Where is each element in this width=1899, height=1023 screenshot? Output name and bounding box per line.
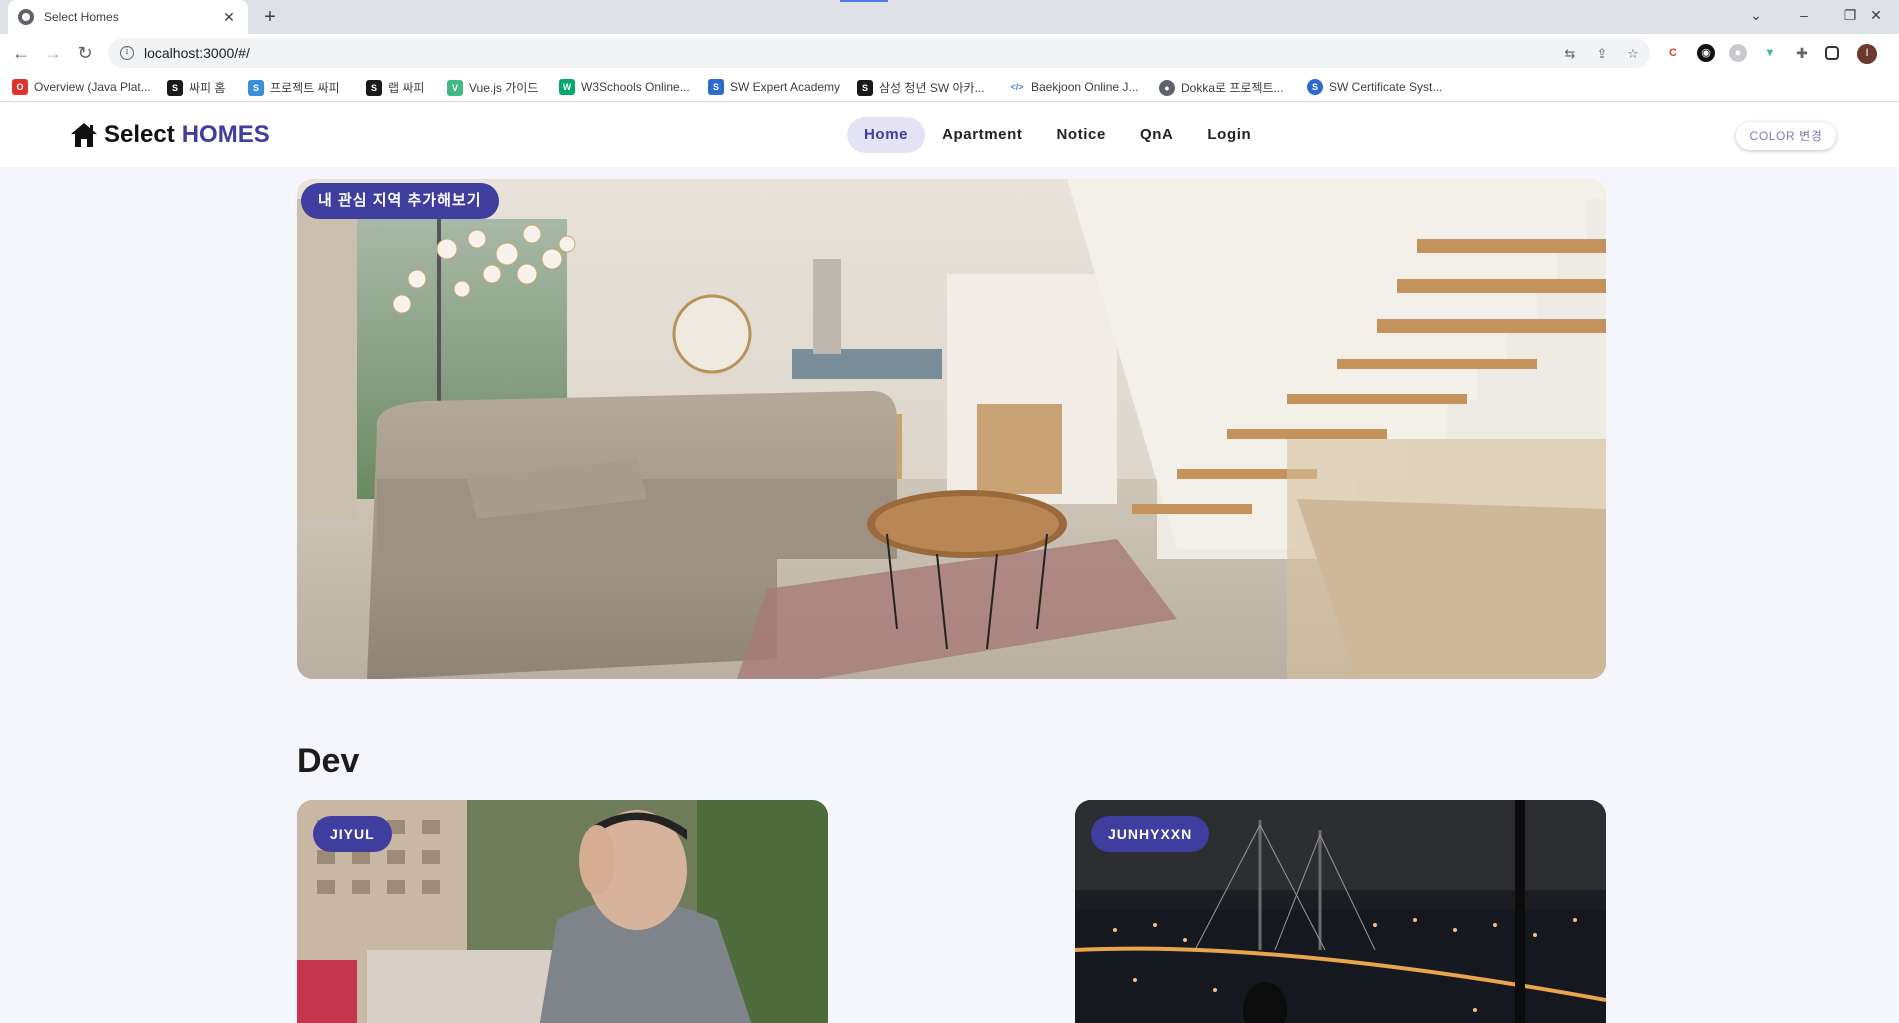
bookmark-item[interactable]: S 싸피 홈: [167, 79, 225, 96]
bookmarks-bar: O Overview (Java Plat... S 싸피 홈 S 프로젝트 싸피 S…: [0, 72, 1899, 102]
tab-search-icon[interactable]: ⌄: [1733, 0, 1779, 30]
nav-apartment[interactable]: Apartment: [925, 117, 1039, 153]
vue-icon: V: [447, 79, 463, 96]
ssafy-project-icon: S: [248, 79, 264, 96]
bookmark-item[interactable]: ● Dokka로 프로젝트...: [1159, 79, 1284, 96]
nav-notice[interactable]: Notice: [1040, 117, 1123, 153]
translate-icon[interactable]: ⇆: [1562, 46, 1578, 62]
dev-name-badge: JIYUL: [313, 816, 392, 852]
share-icon[interactable]: ⇪: [1594, 46, 1610, 62]
profile-avatar[interactable]: I: [1857, 44, 1877, 64]
ssafy-icon: S: [167, 79, 183, 96]
living-room-photo: [297, 179, 1606, 679]
tab-indicator: [840, 0, 888, 2]
browser-toolbar: ← → ↻ i localhost:3000/#/ ⇆ ⇪ ☆ C ◉ ● ▼ …: [0, 34, 1899, 72]
sw-certificate-icon: S: [1307, 79, 1323, 95]
bookmark-star-icon[interactable]: ☆: [1625, 46, 1641, 62]
nav-qna[interactable]: QnA: [1123, 117, 1190, 153]
info-icon[interactable]: i: [120, 46, 134, 60]
bookmark-label: 프로젝트 싸피: [270, 81, 340, 95]
ssafy-lab-icon: S: [366, 79, 382, 96]
minimize-icon[interactable]: –: [1781, 0, 1827, 30]
bookmark-item[interactable]: V Vue.js 가이드: [447, 79, 538, 96]
hero-image: [297, 179, 1606, 679]
w3schools-icon: W: [559, 79, 575, 95]
dev-name-badge: JUNHYXXN: [1091, 816, 1210, 852]
bookmark-label: 삼성 청년 SW 아카...: [879, 81, 985, 95]
extension-c-icon[interactable]: C: [1664, 44, 1682, 62]
browser-tab[interactable]: Select Homes ✕: [8, 0, 248, 34]
site-logo[interactable]: Select HOMES: [70, 121, 270, 149]
bookmark-item[interactable]: S SW Certificate Syst...: [1307, 79, 1442, 95]
tab-title: Select Homes: [44, 10, 119, 24]
ssafy-academy-icon: S: [857, 79, 873, 96]
close-icon[interactable]: ✕: [220, 9, 238, 26]
logo-accent: HOMES: [181, 121, 270, 148]
extension-grey-icon[interactable]: ●: [1729, 44, 1747, 62]
bookmark-item[interactable]: </> Baekjoon Online J...: [1009, 79, 1138, 95]
nav-login[interactable]: Login: [1190, 117, 1268, 153]
dev-section-title: Dev: [297, 742, 360, 780]
bookmark-label: 싸피 홈: [189, 81, 226, 95]
bookmark-label: SW Certificate Syst...: [1329, 80, 1443, 94]
side-panel-icon[interactable]: [1825, 46, 1839, 60]
extensions-puzzle-icon[interactable]: ✚: [1793, 44, 1811, 62]
back-arrow-icon[interactable]: ←: [9, 41, 33, 65]
home-icon: [71, 123, 97, 147]
oracle-icon: O: [12, 79, 28, 95]
globe-icon: [18, 9, 34, 25]
baekjoon-icon: </>: [1009, 79, 1025, 95]
window-close-icon[interactable]: ✕: [1853, 0, 1899, 30]
bookmark-label: 랩 싸피: [388, 81, 425, 95]
bookmark-item[interactable]: S 삼성 청년 SW 아카...: [857, 79, 985, 96]
bookmark-label: Vue.js 가이드: [469, 81, 539, 95]
add-interest-region-button[interactable]: 내 관심 지역 추가해보기: [301, 183, 499, 219]
new-tab-button[interactable]: +: [258, 5, 282, 29]
reload-icon[interactable]: ↻: [73, 41, 97, 65]
bookmark-item[interactable]: W W3Schools Online...: [559, 79, 690, 95]
bookmark-label: Overview (Java Plat...: [34, 80, 151, 94]
bookmark-item[interactable]: O Overview (Java Plat...: [12, 79, 151, 95]
nav-home[interactable]: Home: [847, 117, 926, 153]
bookmark-label: W3Schools Online...: [581, 80, 690, 94]
bookmark-label: Dokka로 프로젝트...: [1181, 81, 1284, 95]
logo-word: Select: [104, 121, 175, 148]
bookmark-item[interactable]: S SW Expert Academy: [708, 79, 840, 95]
bookmark-item[interactable]: S 프로젝트 싸피: [248, 79, 340, 96]
url-text[interactable]: localhost:3000/#/: [144, 45, 250, 61]
swea-icon: S: [708, 79, 724, 95]
main-nav: Home Apartment Notice QnA Login: [847, 117, 1268, 153]
browser-tab-bar: Select Homes ✕ + ⌄ – ❐ ✕: [0, 0, 1899, 34]
bookmark-label: SW Expert Academy: [730, 80, 841, 94]
site-header: Select HOMES Home Apartment Notice QnA L…: [0, 103, 1899, 167]
globe-icon: ●: [1159, 79, 1175, 96]
bookmark-item[interactable]: S 랩 싸피: [366, 79, 424, 96]
extension-eye-icon[interactable]: ◉: [1697, 44, 1715, 62]
address-bar[interactable]: i localhost:3000/#/: [108, 38, 1650, 68]
forward-arrow-icon[interactable]: →: [41, 41, 65, 65]
color-change-button[interactable]: COLOR 변경: [1736, 122, 1836, 150]
bookmark-label: Baekjoon Online J...: [1031, 80, 1139, 94]
vue-devtools-icon[interactable]: ▼: [1761, 44, 1779, 62]
